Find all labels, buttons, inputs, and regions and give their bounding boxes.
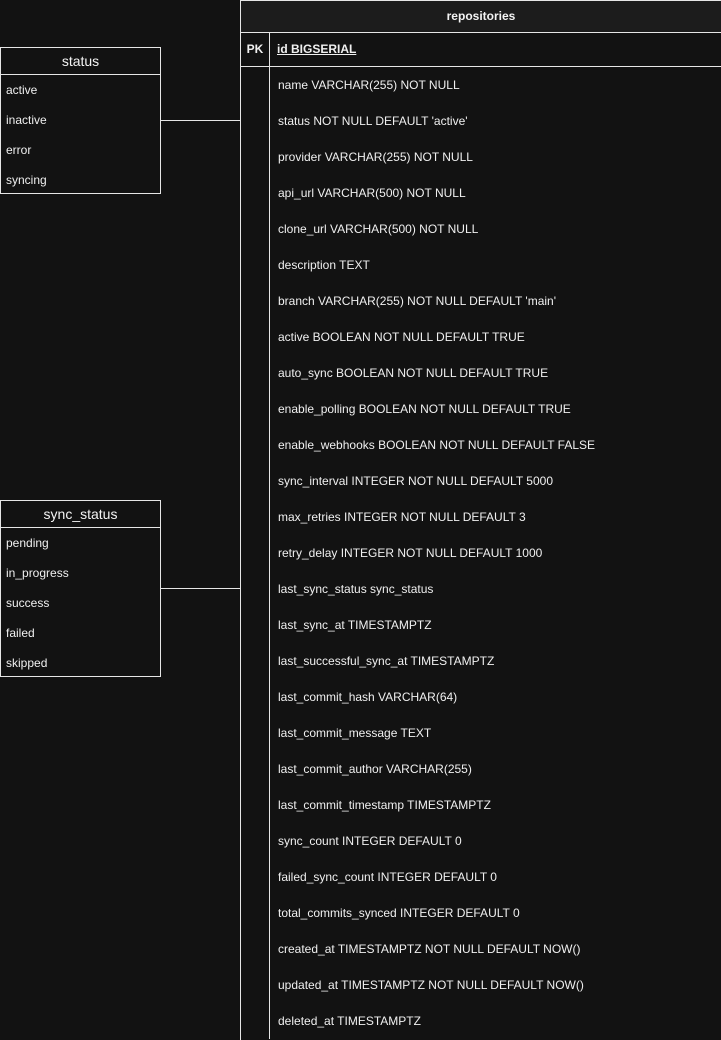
status-value-inactive[interactable]: inactive: [1, 105, 160, 135]
sync-status-enum-table[interactable]: sync_status pending in_progress success fai…: [0, 500, 161, 677]
column-last-sync-status[interactable]: last_sync_status sync_status: [241, 571, 721, 607]
status-value-active[interactable]: active: [1, 75, 160, 105]
column-active[interactable]: active BOOLEAN NOT NULL DEFAULT TRUE: [241, 319, 721, 355]
column-max-retries[interactable]: max_retries INTEGER NOT NULL DEFAULT 3: [241, 499, 721, 535]
column-auto-sync[interactable]: auto_sync BOOLEAN NOT NULL DEFAULT TRUE: [241, 355, 721, 391]
column-enable-webhooks[interactable]: enable_webhooks BOOLEAN NOT NULL DEFAULT…: [241, 427, 721, 463]
column-sync-count[interactable]: sync_count INTEGER DEFAULT 0: [241, 823, 721, 859]
column-clone-url[interactable]: clone_url VARCHAR(500) NOT NULL: [241, 211, 721, 247]
column-description[interactable]: description TEXT: [241, 247, 721, 283]
status-relation-line: [161, 120, 241, 121]
sync-status-relation-line: [161, 588, 241, 589]
sync-status-value-in-progress[interactable]: in_progress: [1, 558, 160, 588]
sync-status-value-failed[interactable]: failed: [1, 618, 160, 648]
column-last-commit-timestamp[interactable]: last_commit_timestamp TIMESTAMPTZ: [241, 787, 721, 823]
column-api-url[interactable]: api_url VARCHAR(500) NOT NULL: [241, 175, 721, 211]
column-created-at[interactable]: created_at TIMESTAMPTZ NOT NULL DEFAULT …: [241, 931, 721, 967]
column-enable-polling[interactable]: enable_polling BOOLEAN NOT NULL DEFAULT …: [241, 391, 721, 427]
sync-status-enum-title: sync_status: [1, 501, 160, 528]
sync-status-value-pending[interactable]: pending: [1, 528, 160, 558]
column-retry-delay[interactable]: retry_delay INTEGER NOT NULL DEFAULT 100…: [241, 535, 721, 571]
column-status[interactable]: status NOT NULL DEFAULT 'active': [241, 103, 721, 139]
status-enum-values: active inactive error syncing: [1, 75, 160, 195]
column-total-commits-synced[interactable]: total_commits_synced INTEGER DEFAULT 0: [241, 895, 721, 931]
repositories-title: repositories: [241, 1, 721, 33]
column-branch[interactable]: branch VARCHAR(255) NOT NULL DEFAULT 'ma…: [241, 283, 721, 319]
pk-label: PK: [241, 33, 270, 66]
column-name[interactable]: name VARCHAR(255) NOT NULL: [241, 67, 721, 103]
status-enum-table[interactable]: status active inactive error syncing: [0, 47, 161, 194]
status-value-syncing[interactable]: syncing: [1, 165, 160, 195]
column-failed-sync-count[interactable]: failed_sync_count INTEGER DEFAULT 0: [241, 859, 721, 895]
sync-status-value-skipped[interactable]: skipped: [1, 648, 160, 678]
column-last-sync-at[interactable]: last_sync_at TIMESTAMPTZ: [241, 607, 721, 643]
status-value-error[interactable]: error: [1, 135, 160, 165]
column-updated-at[interactable]: updated_at TIMESTAMPTZ NOT NULL DEFAULT …: [241, 967, 721, 1003]
repositories-table[interactable]: repositories PK id BIGSERIAL name VARCHA…: [240, 0, 721, 1040]
status-enum-title: status: [1, 48, 160, 75]
pk-column: id BIGSERIAL: [277, 42, 357, 56]
column-provider[interactable]: provider VARCHAR(255) NOT NULL: [241, 139, 721, 175]
primary-key-row[interactable]: PK id BIGSERIAL: [241, 33, 721, 67]
repositories-columns: name VARCHAR(255) NOT NULL status NOT NUL…: [241, 67, 721, 1039]
column-last-commit-author[interactable]: last_commit_author VARCHAR(255): [241, 751, 721, 787]
column-sync-interval[interactable]: sync_interval INTEGER NOT NULL DEFAULT 5…: [241, 463, 721, 499]
sync-status-value-success[interactable]: success: [1, 588, 160, 618]
column-last-successful-sync-at[interactable]: last_successful_sync_at TIMESTAMPTZ: [241, 643, 721, 679]
sync-status-enum-values: pending in_progress success failed skipped: [1, 528, 160, 678]
column-last-commit-message[interactable]: last_commit_message TEXT: [241, 715, 721, 751]
column-deleted-at[interactable]: deleted_at TIMESTAMPTZ: [241, 1003, 721, 1039]
column-last-commit-hash[interactable]: last_commit_hash VARCHAR(64): [241, 679, 721, 715]
